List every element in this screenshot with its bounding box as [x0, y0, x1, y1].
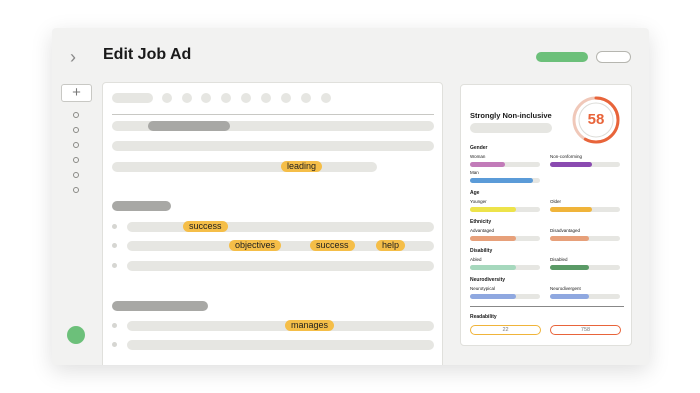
metric-label: Advantaged: [470, 228, 495, 233]
metric-bar-fill: [550, 265, 589, 270]
metric-label: Disabled: [550, 257, 568, 262]
plus-icon: +: [72, 84, 81, 101]
metric-bar: [550, 294, 620, 299]
verdict-label: Strongly Non-inclusive: [470, 111, 552, 120]
list-item: [127, 321, 434, 331]
list-item: [127, 222, 434, 232]
flagged-word[interactable]: leading: [281, 161, 323, 172]
publish-button[interactable]: [536, 52, 588, 62]
metric-bar-fill: [470, 265, 516, 270]
metric-bar-fill: [470, 162, 505, 167]
metric-bar: [550, 207, 620, 212]
job-ad-editor[interactable]: leading success objectives success help …: [102, 82, 443, 365]
metric-bar: [470, 162, 540, 167]
secondary-button[interactable]: [596, 51, 631, 63]
section-heading: [112, 201, 171, 211]
panel-divider: [470, 306, 624, 307]
page-title: Edit Job Ad: [103, 46, 192, 63]
readability-score-left: 22: [470, 325, 541, 335]
rail-item-3[interactable]: [73, 142, 79, 148]
metric-bar-fill: [550, 162, 592, 167]
metric-bar-fill: [550, 207, 592, 212]
add-button[interactable]: +: [61, 84, 92, 102]
section-title: Disability: [470, 248, 493, 254]
flagged-word[interactable]: success: [183, 221, 228, 232]
section-heading: [112, 301, 208, 311]
bullet: [112, 342, 117, 347]
bullet: [112, 243, 117, 248]
text-line: [112, 141, 434, 151]
metric-label: Non-conforming: [550, 154, 583, 159]
toolbar-button[interactable]: [281, 93, 291, 103]
readability-score-right: 758: [550, 325, 621, 335]
metric-bar-fill: [550, 236, 589, 241]
toolbar-button[interactable]: [182, 93, 192, 103]
score-value: 58: [587, 111, 605, 128]
toolbar-button[interactable]: [221, 93, 231, 103]
flagged-word[interactable]: objectives: [229, 240, 282, 251]
text-selection: [148, 121, 230, 131]
metric-label: Neurotypical: [470, 286, 496, 291]
section-title: Age: [470, 190, 480, 196]
toolbar-button[interactable]: [301, 93, 311, 103]
metric-bar: [470, 236, 540, 241]
toolbar-button[interactable]: [162, 93, 172, 103]
rail-item-6[interactable]: [73, 187, 79, 193]
avatar[interactable]: [67, 326, 85, 344]
list-item: [127, 261, 434, 271]
bullet: [112, 323, 117, 328]
metric-bar-fill: [470, 236, 516, 241]
flagged-word[interactable]: help: [376, 240, 406, 251]
list-item: [127, 340, 434, 350]
verdict-description: [470, 123, 552, 133]
metric-bar-fill: [470, 207, 516, 212]
metric-bar: [550, 236, 620, 241]
metric-bar: [550, 162, 620, 167]
metric-bar-fill: [470, 178, 533, 183]
text-line: [112, 162, 377, 172]
metric-bar: [550, 265, 620, 270]
rail-item-4[interactable]: [73, 157, 79, 163]
metric-bar: [470, 178, 540, 183]
metric-bar-fill: [550, 294, 589, 299]
toolbar-button[interactable]: [241, 93, 251, 103]
chevron-right-icon[interactable]: ›: [70, 48, 80, 66]
toolbar-button[interactable]: [201, 93, 211, 103]
rail-item-1[interactable]: [73, 112, 79, 118]
flagged-word[interactable]: success: [310, 240, 355, 251]
metric-bar: [470, 207, 540, 212]
score-gauge: 58: [571, 95, 621, 145]
bullet: [112, 224, 117, 229]
metric-label: Disadvantaged: [550, 228, 581, 233]
metric-bar: [470, 294, 540, 299]
readability-label: Readability: [470, 314, 497, 320]
app-window: › Edit Job Ad + leading success objectiv…: [52, 28, 649, 365]
section-title: Ethnicity: [470, 219, 492, 225]
rail-item-5[interactable]: [73, 172, 79, 178]
rail-item-2[interactable]: [73, 127, 79, 133]
toolbar-button[interactable]: [321, 93, 331, 103]
metric-bar: [470, 265, 540, 270]
section-title: Neurodiversity: [470, 277, 506, 283]
metric-label: Younger: [470, 199, 487, 204]
metric-label: Abled: [470, 257, 482, 262]
inclusivity-panel: Strongly Non-inclusive 58 Gender Woman Non…: [460, 84, 632, 346]
toolbar-style-select[interactable]: [112, 93, 153, 103]
metric-bar-fill: [470, 294, 516, 299]
flagged-word[interactable]: manages: [285, 320, 335, 331]
metric-label: Neurodivergent: [550, 286, 581, 291]
toolbar-divider: [112, 114, 434, 115]
metric-label: Woman: [470, 154, 486, 159]
metric-label: Man: [470, 170, 479, 175]
bullet: [112, 263, 117, 268]
toolbar-button[interactable]: [261, 93, 271, 103]
section-title: Gender: [470, 145, 488, 151]
metric-label: Older: [550, 199, 562, 204]
